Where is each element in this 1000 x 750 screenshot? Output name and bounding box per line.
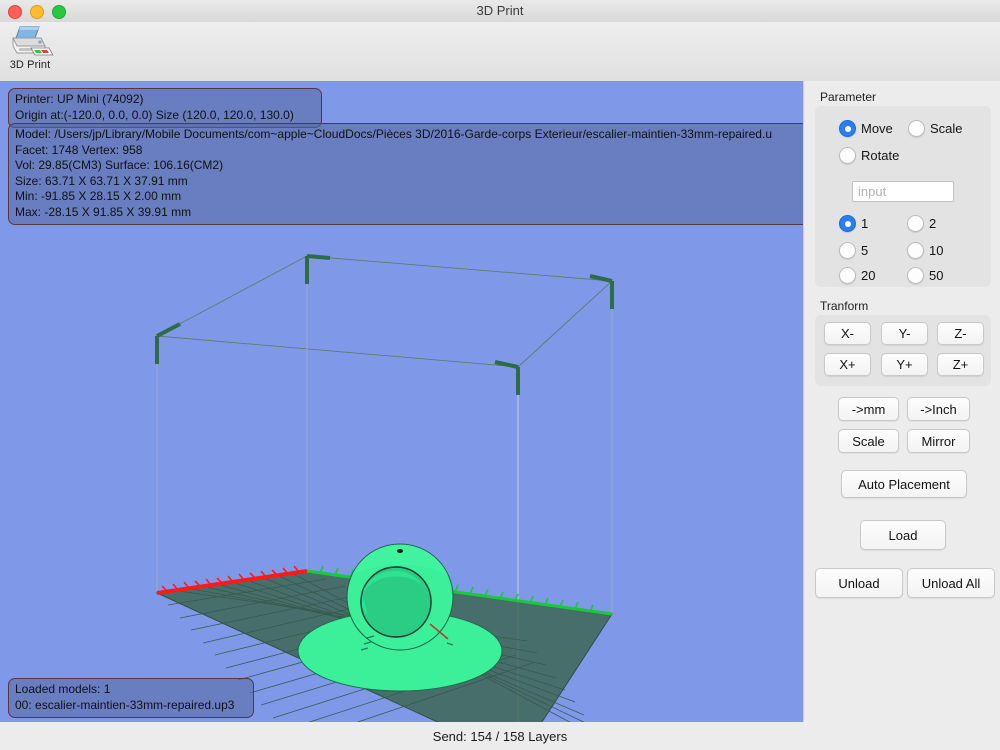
title-bar: 3D Print <box>0 0 1000 23</box>
parameter-group-label: Parameter <box>820 90 877 104</box>
loaded-models-box: Loaded models: 1 00: escalier-maintien-3… <box>8 678 254 718</box>
mirror-button[interactable]: Mirror <box>907 429 970 453</box>
radio-scale[interactable]: Scale <box>908 120 963 137</box>
loaded-models-item: 00: escalier-maintien-33mm-repaired.up3 <box>15 697 235 712</box>
printer-info-line-1: Printer: UP Mini (74092) <box>15 92 144 106</box>
radio-rotate-label: Rotate <box>861 148 900 163</box>
radio-step-5[interactable]: 5 <box>839 242 868 259</box>
transform-x-plus-button[interactable]: X+ <box>824 353 871 376</box>
radio-move-mark <box>839 120 856 137</box>
toolbar: 3D Print <box>0 22 1000 82</box>
unload-all-button[interactable]: Unload All <box>907 568 995 598</box>
3d-viewport[interactable]: Printer: UP Mini (74092) Origin at:(-120… <box>0 81 803 722</box>
radio-scale-mark <box>908 120 925 137</box>
model-info-box: Model: /Users/jp/Library/Mobile Document… <box>8 123 803 225</box>
radio-step-20-label: 20 <box>861 268 876 283</box>
3d-print-button-label: 3D Print <box>9 59 51 71</box>
auto-placement-button[interactable]: Auto Placement <box>841 470 967 498</box>
radio-step-50-mark <box>907 267 924 284</box>
radio-step-10-mark <box>907 242 924 259</box>
status-text: Send: 154 / 158 Layers <box>432 729 568 744</box>
radio-step-2[interactable]: 2 <box>907 215 936 232</box>
model-info-max: Max: -28.15 X 91.85 X 39.91 mm <box>15 204 192 219</box>
model-info-facets: Facet: 1748 Vertex: 958 <box>15 142 143 157</box>
transform-y-minus-button[interactable]: Y- <box>881 322 928 345</box>
transform-group-label: Tranform <box>820 299 869 313</box>
build-volume-corners <box>155 254 614 395</box>
radio-rotate[interactable]: Rotate <box>839 147 899 164</box>
status-bar: Send: 154 / 158 Layers <box>0 722 1000 750</box>
printer-info-line-2: Origin at:(-120.0, 0.0, 0.0) Size (120.0… <box>15 107 294 122</box>
radio-step-1-mark <box>839 215 856 232</box>
loaded-models-count: Loaded models: 1 <box>15 682 111 696</box>
radio-scale-label: Scale <box>930 121 963 136</box>
radio-step-1-label: 1 <box>861 216 869 231</box>
radio-step-20-mark <box>839 267 856 284</box>
model-info-volume: Vol: 29.85(CM3) Surface: 106.16(CM2) <box>15 158 224 172</box>
load-button[interactable]: Load <box>860 520 946 550</box>
radio-step-50-label: 50 <box>929 268 944 283</box>
model-info-min: Min: -91.85 X 28.15 X 2.00 mm <box>15 189 182 203</box>
scale-button[interactable]: Scale <box>838 429 899 453</box>
radio-rotate-mark <box>839 147 856 164</box>
radio-step-2-mark <box>907 215 924 232</box>
unload-button[interactable]: Unload <box>815 568 903 598</box>
radio-step-20[interactable]: 20 <box>839 267 875 284</box>
transform-y-plus-button[interactable]: Y+ <box>881 353 928 376</box>
model-info-path: Model: /Users/jp/Library/Mobile Document… <box>15 127 772 141</box>
window-title: 3D Print <box>476 3 524 18</box>
radio-step-10-label: 10 <box>929 243 944 258</box>
model-info-size: Size: 63.71 X 63.71 X 37.91 mm <box>15 173 188 188</box>
radio-step-2-label: 2 <box>929 216 937 231</box>
radio-move-label: Move <box>861 121 893 136</box>
transform-z-minus-button[interactable]: Z- <box>937 322 984 345</box>
app-window: 3D Print 3D Print Printer: UP Mini (7409… <box>0 0 1000 750</box>
printer-info-box: Printer: UP Mini (74092) Origin at:(-120… <box>8 88 322 128</box>
transform-z-plus-button[interactable]: Z+ <box>937 353 984 376</box>
printer-icon <box>12 26 54 56</box>
3d-print-button[interactable]: 3D Print <box>4 24 56 71</box>
parameter-input[interactable] <box>852 181 954 202</box>
radio-step-10[interactable]: 10 <box>907 242 943 259</box>
radio-step-50[interactable]: 50 <box>907 267 943 284</box>
radio-move[interactable]: Move <box>839 120 893 137</box>
radio-step-5-mark <box>839 242 856 259</box>
to-mm-button[interactable]: ->mm <box>838 397 899 421</box>
side-panel: Parameter Move Scale Rotate 1 2 5 <box>803 81 1000 722</box>
transform-x-minus-button[interactable]: X- <box>824 322 871 345</box>
radio-step-5-label: 5 <box>861 243 869 258</box>
to-inch-button[interactable]: ->Inch <box>907 397 970 421</box>
radio-step-1[interactable]: 1 <box>839 215 868 232</box>
